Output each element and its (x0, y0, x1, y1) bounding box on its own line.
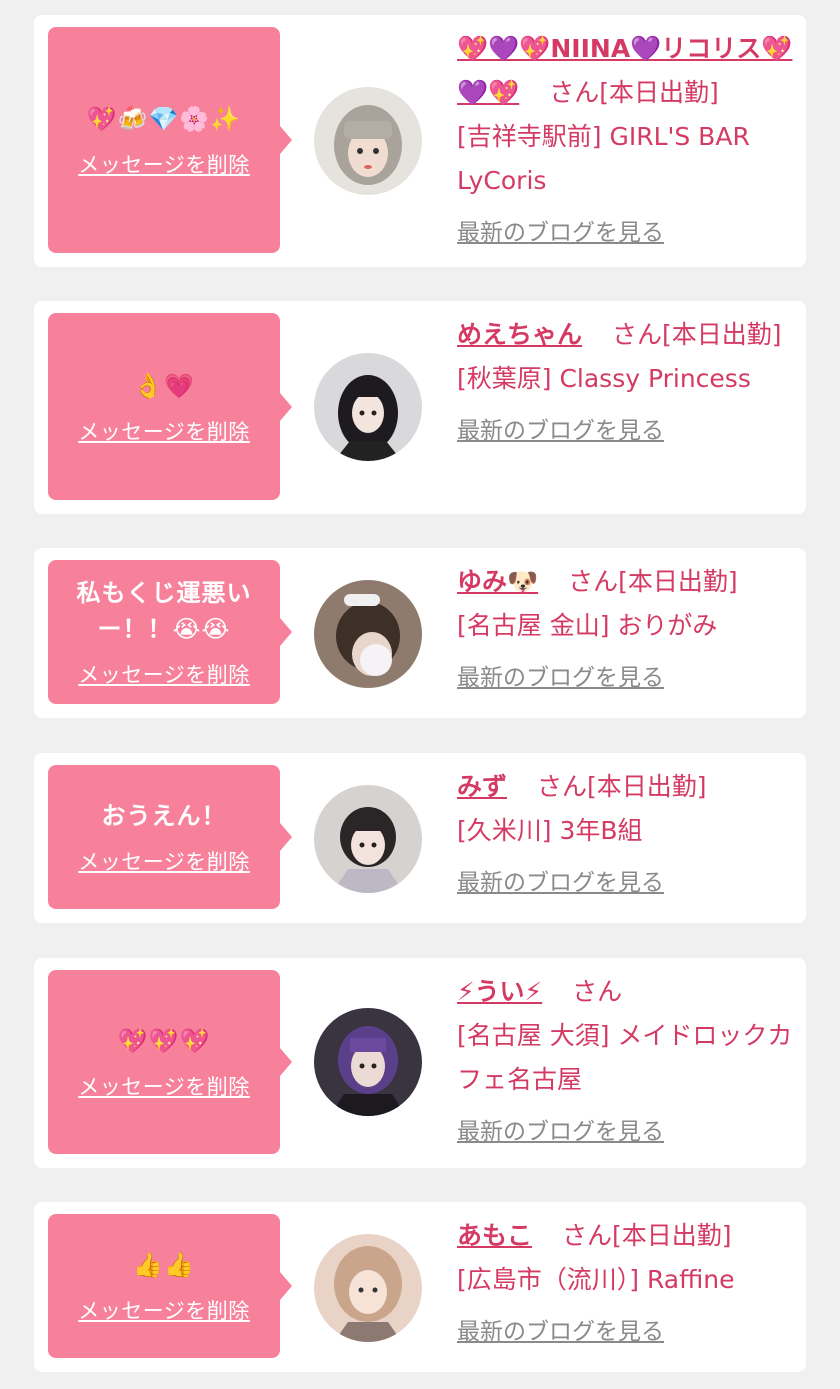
cast-name-link[interactable]: あもこ (457, 1221, 532, 1250)
message-card: おうえん！ メッセージを削除 みず さん[本日出勤] [久米川] 3年B組 最新… (34, 753, 806, 923)
message-text: 💖💖💖 (117, 1027, 211, 1055)
message-text: おうえん！ (101, 802, 227, 830)
latest-blog-link[interactable]: 最新のブログを見る (457, 415, 664, 447)
delete-message-link[interactable]: メッセージを削除 (78, 659, 250, 689)
cast-info: 💖💜💖NIINA💜リコリス💖💜💖 さん[本日出勤] [吉祥寺駅前] GIRL'S… (457, 27, 797, 254)
avatar[interactable] (314, 353, 422, 461)
latest-blog-link[interactable]: 最新のブログを見る (457, 662, 664, 694)
cast-name-link[interactable]: めえちゃん (457, 320, 582, 349)
message-text: 私もくじ運悪いー！！😭😭 (76, 579, 252, 643)
attendance-status: [本日出勤] (618, 567, 738, 596)
shop-name: [広島市（流川）] Raffine (457, 1265, 735, 1294)
delete-message-link[interactable]: メッセージを削除 (78, 1295, 250, 1325)
message-bubble: 💖💖💖 メッセージを削除 (48, 970, 292, 1154)
cast-info: あもこ さん[本日出勤] [広島市（流川）] Raffine 最新のブログを見る (457, 1214, 797, 1353)
message-bubble: 私もくじ運悪いー！！😭😭 メッセージを削除 (48, 560, 292, 704)
delete-message-link[interactable]: メッセージを削除 (78, 1071, 250, 1101)
avatar[interactable] (314, 1008, 422, 1116)
latest-blog-link[interactable]: 最新のブログを見る (457, 867, 664, 899)
latest-blog-link[interactable]: 最新のブログを見る (457, 1116, 664, 1148)
message-card: 💖🍻💎🌸✨ メッセージを削除 💖💜💖NIINA💜リコリス💖💜💖 さん[本日出勤]… (34, 15, 806, 267)
message-card: 👍👍 メッセージを削除 あもこ さん[本日出勤] [広島市（流川）] Raffi… (34, 1202, 806, 1372)
shop-name: [吉祥寺駅前] GIRL'S BAR LyCoris (457, 122, 750, 195)
cast-info: めえちゃん さん[本日出勤] [秋葉原] Classy Princess 最新の… (457, 313, 797, 452)
message-card: 👌💗 メッセージを削除 めえちゃん さん[本日出勤] [秋葉原] Classy … (34, 301, 806, 514)
avatar[interactable] (314, 1234, 422, 1342)
cast-info: ゆみ🐶 さん[本日出勤] [名古屋 金山] おりがみ 最新のブログを見る (457, 560, 797, 699)
message-bubble: 💖🍻💎🌸✨ メッセージを削除 (48, 27, 292, 253)
honorific: さん (568, 567, 619, 596)
delete-message-link[interactable]: メッセージを削除 (78, 846, 250, 876)
avatar[interactable] (314, 785, 422, 893)
attendance-status: [本日出勤] (661, 320, 782, 349)
honorific: さん (549, 78, 600, 107)
latest-blog-link[interactable]: 最新のブログを見る (457, 217, 664, 249)
cast-name-link[interactable]: みず (457, 772, 507, 801)
delete-message-link[interactable]: メッセージを削除 (78, 416, 250, 446)
attendance-status: [本日出勤] (599, 78, 719, 107)
honorific: さん (572, 977, 623, 1006)
avatar[interactable] (314, 87, 422, 195)
avatar[interactable] (314, 580, 422, 688)
delete-message-link[interactable]: メッセージを削除 (78, 149, 250, 179)
message-card: 私もくじ運悪いー！！😭😭 メッセージを削除 ゆみ🐶 さん[本日出勤] [名古屋 … (34, 548, 806, 718)
latest-blog-link[interactable]: 最新のブログを見る (457, 1316, 664, 1348)
honorific: さん (611, 320, 662, 349)
message-bubble: 👌💗 メッセージを削除 (48, 313, 292, 500)
shop-name: [名古屋 大須] メイドロックカフェ名古屋 (457, 1021, 793, 1094)
shop-name: [久米川] 3年B組 (457, 816, 643, 845)
message-list: 💖🍻💎🌸✨ メッセージを削除 💖💜💖NIINA💜リコリス💖💜💖 さん[本日出勤]… (0, 0, 840, 1389)
cast-info: ⚡うい⚡ さん [名古屋 大須] メイドロックカフェ名古屋 最新のブログを見る (457, 970, 797, 1153)
message-bubble: 👍👍 メッセージを削除 (48, 1214, 292, 1358)
cast-info: みず さん[本日出勤] [久米川] 3年B組 最新のブログを見る (457, 765, 797, 904)
honorific: さん (536, 772, 587, 801)
message-text: 💖🍻💎🌸✨ (86, 105, 242, 133)
attendance-status: [本日出勤] (611, 1221, 732, 1250)
cast-name-link[interactable]: ⚡うい⚡ (457, 977, 542, 1006)
message-text: 👍👍 (133, 1251, 195, 1279)
message-card: 💖💖💖 メッセージを削除 ⚡うい⚡ さん [名古屋 大須] メイドロックカフェ名… (34, 958, 806, 1168)
message-bubble: おうえん！ メッセージを削除 (48, 765, 292, 909)
message-text: 👌💗 (133, 371, 195, 400)
honorific: さん (561, 1221, 612, 1250)
cast-name-link[interactable]: ゆみ🐶 (457, 567, 538, 596)
shop-name: [名古屋 金山] おりがみ (457, 611, 718, 640)
attendance-status: [本日出勤] (586, 772, 707, 801)
shop-name: [秋葉原] Classy Princess (457, 364, 751, 393)
